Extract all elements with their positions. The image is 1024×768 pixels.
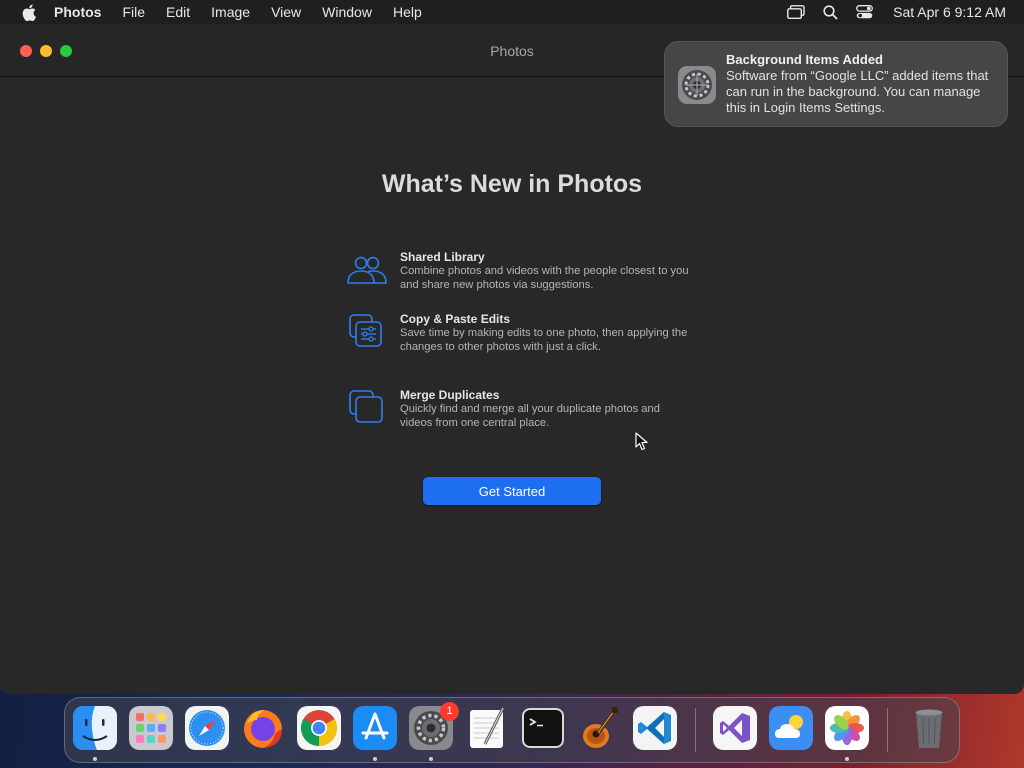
get-started-button[interactable]: Get Started bbox=[423, 477, 601, 505]
notification-body: Software from “Google LLC” added items t… bbox=[726, 68, 989, 115]
dock-finder-icon[interactable] bbox=[73, 706, 117, 750]
background-items-notification[interactable]: Background Items Added Software from “Go… bbox=[664, 41, 1008, 127]
menu-view[interactable]: View bbox=[271, 0, 301, 24]
screen-mirroring-icon[interactable] bbox=[787, 5, 805, 19]
dock-photos-icon[interactable] bbox=[825, 706, 869, 750]
dock-terminal-icon[interactable] bbox=[521, 706, 565, 750]
dock-safari-icon[interactable] bbox=[185, 706, 229, 750]
feature-description: Save time by making edits to one photo, … bbox=[400, 327, 688, 353]
menu-image[interactable]: Image bbox=[211, 0, 250, 24]
feature-title: Shared Library bbox=[400, 250, 485, 264]
apple-icon[interactable] bbox=[18, 4, 40, 21]
dock-garageband-icon[interactable] bbox=[577, 706, 621, 750]
menu-bar: Photos File Edit Image View Window Help … bbox=[0, 0, 1024, 24]
dock-chrome-icon[interactable] bbox=[297, 706, 341, 750]
running-indicator bbox=[845, 757, 849, 761]
dock-weather-icon[interactable] bbox=[769, 706, 813, 750]
menu-window[interactable]: Window bbox=[322, 0, 372, 24]
feature-title: Copy & Paste Edits bbox=[400, 312, 511, 326]
feature-description: Combine photos and videos with the peopl… bbox=[400, 265, 689, 291]
notification-badge: 1 bbox=[440, 702, 459, 721]
dock-separator bbox=[695, 708, 696, 752]
feature-description: Quickly find and merge all your duplicat… bbox=[400, 403, 660, 429]
notification-title: Background Items Added bbox=[726, 52, 883, 67]
feature-title: Merge Duplicates bbox=[400, 388, 500, 402]
control-center-icon[interactable] bbox=[856, 5, 874, 19]
dock-vscode-icon[interactable] bbox=[633, 706, 677, 750]
dock bbox=[64, 697, 960, 763]
system-settings-icon bbox=[677, 65, 717, 105]
mouse-cursor-icon bbox=[635, 432, 649, 457]
menu-bar-extras: Sat Apr 6 9:12 AM bbox=[769, 0, 1006, 24]
menu-edit[interactable]: Edit bbox=[166, 0, 190, 24]
running-indicator bbox=[93, 757, 97, 761]
menu-app-name[interactable]: Photos bbox=[54, 0, 101, 24]
menu-bar-clock[interactable]: Sat Apr 6 9:12 AM bbox=[893, 4, 1006, 20]
running-indicator bbox=[373, 757, 377, 761]
dock-firefox-icon[interactable] bbox=[241, 706, 285, 750]
dock-trash-icon[interactable] bbox=[907, 706, 951, 750]
dock-visual-studio-icon[interactable] bbox=[713, 706, 757, 750]
people-icon bbox=[344, 250, 388, 290]
copy-edits-icon bbox=[344, 312, 388, 352]
dock-app-store-icon[interactable] bbox=[353, 706, 397, 750]
whats-new-heading: What’s New in Photos bbox=[381, 170, 643, 198]
menu-help[interactable]: Help bbox=[393, 0, 422, 24]
spotlight-search-icon[interactable] bbox=[823, 4, 838, 20]
duplicates-icon bbox=[344, 388, 388, 428]
dock-separator bbox=[887, 708, 888, 752]
running-indicator bbox=[429, 757, 433, 761]
dock-launchpad-icon[interactable] bbox=[129, 706, 173, 750]
dock-textedit-icon[interactable] bbox=[465, 706, 509, 750]
menu-file[interactable]: File bbox=[122, 0, 145, 24]
